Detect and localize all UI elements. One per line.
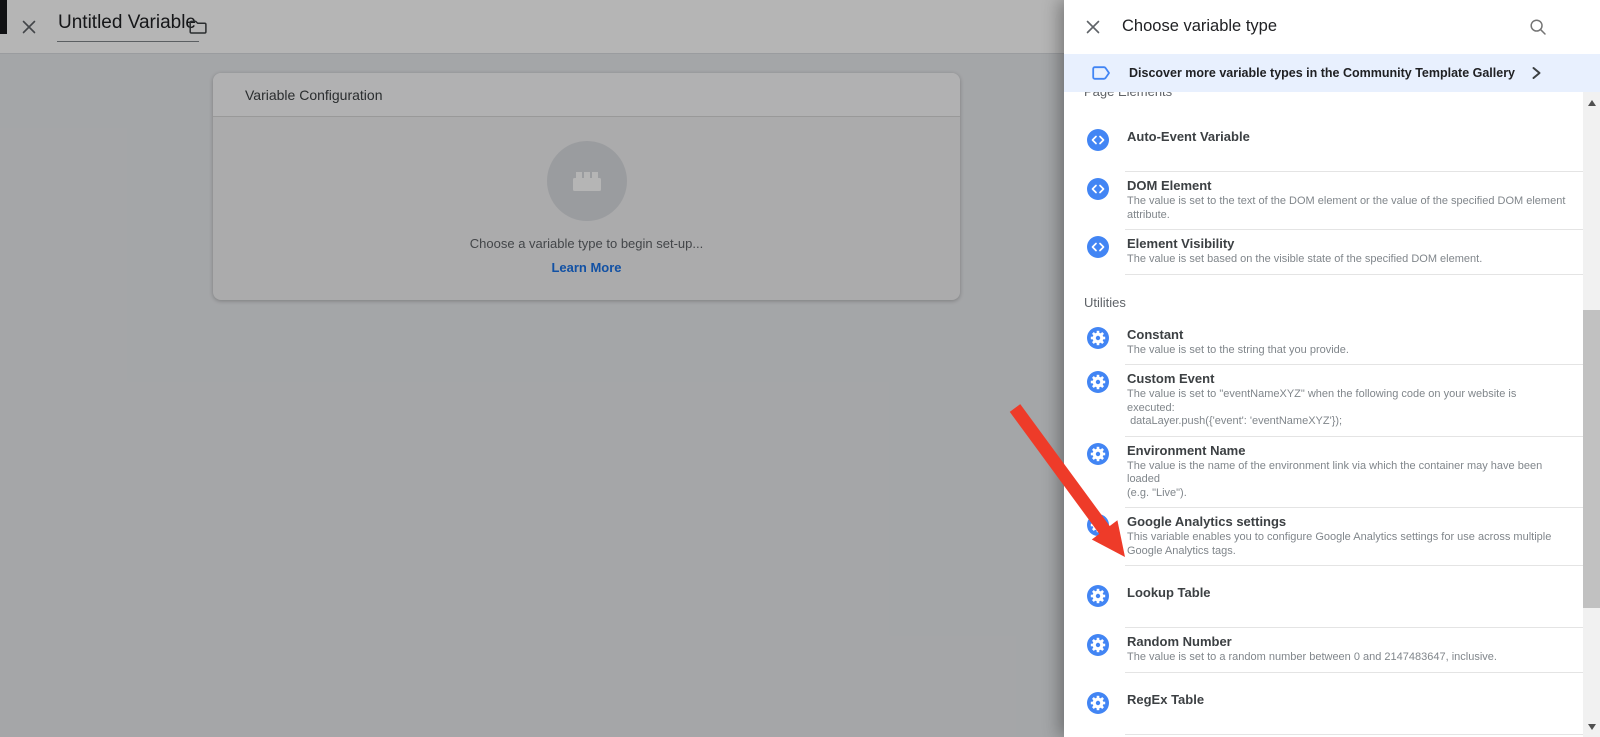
variable-type-item[interactable]: Environment Name The value is the name of…: [1064, 437, 1583, 508]
section-label: Page Elements: [1084, 92, 1583, 100]
variable-type-description: The value is set to "eventNameXYZ" when …: [1127, 388, 1517, 427]
variable-type-item[interactable]: Google Analytics settings This variable e…: [1064, 508, 1583, 565]
variable-type-title: Lookup Table: [1127, 585, 1211, 600]
variable-type-item[interactable]: Constant The value is set to the string t…: [1064, 321, 1583, 365]
gear-icon: [1087, 326, 1109, 349]
community-template-gallery-banner[interactable]: Discover more variable types in the Comm…: [1064, 54, 1600, 92]
gtm-variable-editor-screen: Untitled Variable Variable Configuration…: [0, 0, 1600, 737]
variable-type-title: Auto-Event Variable: [1127, 129, 1250, 144]
scrollbar[interactable]: [1583, 92, 1600, 737]
code-icon: [1087, 236, 1109, 258]
divider: [1125, 273, 1583, 275]
scrollbar-thumb[interactable]: [1583, 310, 1600, 608]
gear-icon: [1087, 442, 1109, 465]
code-icon: [1087, 129, 1109, 151]
gear-icon: [1087, 371, 1109, 393]
variable-type-description: The value is set to the text of the DOM …: [1127, 195, 1566, 221]
scroll-down-icon[interactable]: [1583, 718, 1600, 735]
variable-type-item[interactable]: Custom Event The value is set to "eventNa…: [1064, 365, 1583, 436]
variable-type-title: RegEx Table: [1127, 691, 1205, 707]
variable-type-description: The value is set to a random number betw…: [1127, 651, 1497, 663]
gear-icon: [1087, 691, 1109, 714]
variable-type-title: DOM Element: [1127, 178, 1212, 193]
chevron-right-icon: [1530, 65, 1542, 81]
variable-type-title: Environment Name: [1127, 442, 1246, 458]
variable-type-item[interactable]: DOM Element The value is set to the text …: [1064, 172, 1583, 229]
close-icon[interactable]: [1085, 19, 1101, 35]
scroll-up-icon[interactable]: [1583, 94, 1600, 111]
variable-type-title: Element Visibility: [1127, 236, 1235, 251]
template-gallery-tag-icon: [1092, 65, 1112, 81]
variable-type-title: Random Number: [1127, 634, 1232, 649]
variable-type-title: Custom Event: [1127, 371, 1215, 386]
panel-header: Choose variable type: [1064, 0, 1600, 54]
search-icon[interactable]: [1528, 17, 1548, 37]
variable-type-title: Constant: [1127, 326, 1184, 342]
variable-type-description: This variable enables you to configure G…: [1127, 531, 1552, 557]
variable-type-description: The value is set based on the visible st…: [1127, 253, 1483, 265]
variable-type-title: Google Analytics settings: [1127, 514, 1287, 529]
variable-type-item[interactable]: Element Visibility The value is set based…: [1064, 230, 1583, 274]
variable-type-item[interactable]: Lookup Table: [1064, 566, 1583, 627]
gear-icon: [1087, 514, 1109, 536]
variable-type-item[interactable]: Auto-Event Variable: [1064, 110, 1583, 171]
choose-variable-type-panel: Choose variable type Discover more varia…: [1064, 0, 1600, 737]
variable-type-item[interactable]: RegEx Table: [1064, 673, 1583, 734]
section-label: Utilities: [1084, 294, 1126, 310]
variable-type-description: The value is the name of the environment…: [1127, 459, 1543, 499]
variable-type-description: The value is set to the string that you …: [1127, 343, 1349, 356]
panel-title: Choose variable type: [1122, 17, 1278, 35]
code-icon: [1087, 178, 1109, 200]
banner-text: Discover more variable types in the Comm…: [1129, 66, 1516, 80]
gear-icon: [1087, 585, 1109, 607]
variable-type-item[interactable]: Random Number The value is set to a rando…: [1064, 628, 1583, 672]
variable-type-list: Page Elements Auto-Event Variable DOM Elem…: [1064, 92, 1583, 737]
gear-icon: [1087, 634, 1109, 656]
